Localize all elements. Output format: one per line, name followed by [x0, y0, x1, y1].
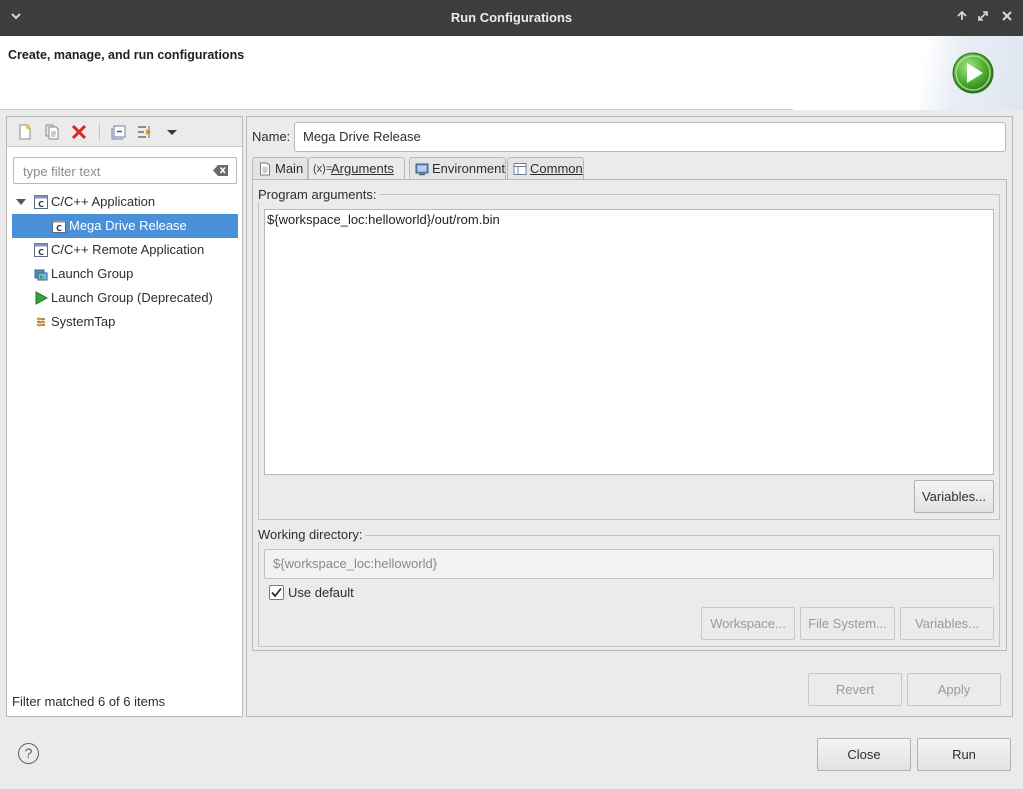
tab-arguments[interactable]: (x)= Arguments: [308, 157, 405, 181]
duplicate-icon[interactable]: [43, 123, 61, 141]
tree-item-cpp-application[interactable]: C C/C++ Application: [12, 190, 238, 214]
tree-item-label: C/C++ Remote Application: [51, 242, 205, 257]
filter-field[interactable]: [13, 157, 237, 184]
working-directory-label: Working directory:: [258, 527, 365, 542]
close-button[interactable]: Close: [817, 738, 911, 771]
arguments-tab-body: Program arguments: ${workspace_loc:hello…: [252, 179, 1007, 651]
help-icon[interactable]: ?: [18, 743, 39, 764]
cpp-configuration-icon: C: [52, 219, 66, 233]
svg-text:C: C: [38, 248, 44, 257]
tree-item-launch-group[interactable]: Launch Group: [12, 262, 238, 286]
close-window-icon[interactable]: [998, 9, 1016, 27]
minimize-icon[interactable]: [953, 9, 971, 27]
checkmark-icon: [271, 587, 282, 598]
dialog-header: Create, manage, and run configurations: [0, 36, 1023, 110]
tab-environment[interactable]: Environment: [409, 157, 506, 180]
arguments-tab-icon: (x)=: [313, 163, 333, 175]
window-title: Run Configurations: [450, 10, 573, 25]
common-tab-icon: [513, 163, 527, 175]
tree-item-label: Launch Group (Deprecated): [51, 290, 213, 305]
clear-filter-icon[interactable]: [213, 164, 229, 177]
file-system-button[interactable]: File System...: [800, 607, 895, 640]
cpp-application-icon: C: [34, 195, 48, 209]
tab-label: Arguments: [331, 161, 394, 176]
configuration-editor-panel: Name: Mega Drive Release Main (x)= Argum…: [246, 116, 1013, 717]
filter-status-text: Filter matched 6 of 6 items: [12, 694, 166, 709]
working-directory-variables-button[interactable]: Variables...: [900, 607, 994, 640]
title-bar: Run Configurations: [0, 0, 1023, 36]
tree-item-label: Launch Group: [51, 266, 134, 281]
tree-item-cpp-remote-application[interactable]: C C/C++ Remote Application: [12, 238, 238, 262]
tab-strip: Main (x)= Arguments Environment Common: [252, 157, 1007, 181]
collapse-all-icon[interactable]: [110, 123, 128, 141]
svg-text:C: C: [56, 224, 62, 233]
filter-input[interactable]: [21, 163, 201, 180]
maximize-icon[interactable]: [974, 9, 992, 27]
tab-label: Environment: [432, 161, 505, 176]
svg-text:C: C: [38, 200, 44, 209]
dialog-description: Create, manage, and run configurations: [8, 48, 245, 62]
run-triangle-icon: [35, 291, 48, 305]
working-directory-field[interactable]: ${workspace_loc:helloworld}: [264, 549, 994, 579]
run-badge-icon: [952, 52, 994, 94]
name-label: Name:: [252, 129, 291, 144]
tab-label: Common: [530, 161, 583, 176]
tree-item-mega-drive-release[interactable]: C Mega Drive Release: [12, 214, 238, 238]
new-configuration-icon[interactable]: [16, 123, 34, 141]
tab-main[interactable]: Main: [252, 157, 308, 180]
workspace-button[interactable]: Workspace...: [701, 607, 795, 640]
use-default-label: Use default: [288, 585, 354, 600]
tree-item-launch-group-deprecated[interactable]: Launch Group (Deprecated): [12, 286, 238, 310]
configuration-list-panel: C C/C++ Application C Mega Drive Release…: [6, 116, 243, 717]
apply-button[interactable]: Apply: [907, 673, 1001, 706]
tab-label: Main: [275, 161, 304, 176]
name-input[interactable]: Mega Drive Release: [294, 122, 1006, 152]
tab-common[interactable]: Common: [507, 157, 584, 180]
tree-item-label: Mega Drive Release: [69, 218, 187, 233]
delete-icon[interactable]: [70, 123, 88, 141]
program-arguments-variables-button[interactable]: Variables...: [914, 480, 994, 513]
filter-configurations-icon[interactable]: [136, 123, 154, 141]
tree-item-label: SystemTap: [51, 314, 116, 329]
main-tab-icon: [260, 162, 270, 176]
environment-tab-icon: [415, 163, 429, 176]
program-arguments-textarea[interactable]: ${workspace_loc:helloworld}/out/rom.bin: [264, 209, 994, 475]
use-default-checkbox[interactable]: [269, 585, 284, 600]
tree-item-systemtap[interactable]: SystemTap: [12, 310, 238, 334]
cpp-remote-application-icon: C: [34, 243, 48, 257]
toolbar-separator: [99, 123, 100, 141]
left-toolbar: [7, 117, 242, 147]
view-menu-dropdown-icon[interactable]: [163, 123, 181, 141]
expand-twisty-icon[interactable]: [16, 199, 26, 205]
launch-group-icon: [34, 269, 48, 281]
tree-item-label: C/C++ Application: [51, 194, 156, 209]
run-button[interactable]: Run: [917, 738, 1011, 771]
revert-button[interactable]: Revert: [808, 673, 902, 706]
program-arguments-label: Program arguments:: [258, 187, 379, 202]
systemtap-icon: [37, 317, 45, 327]
dialog-button-bar: ? Close Run: [0, 717, 1023, 789]
